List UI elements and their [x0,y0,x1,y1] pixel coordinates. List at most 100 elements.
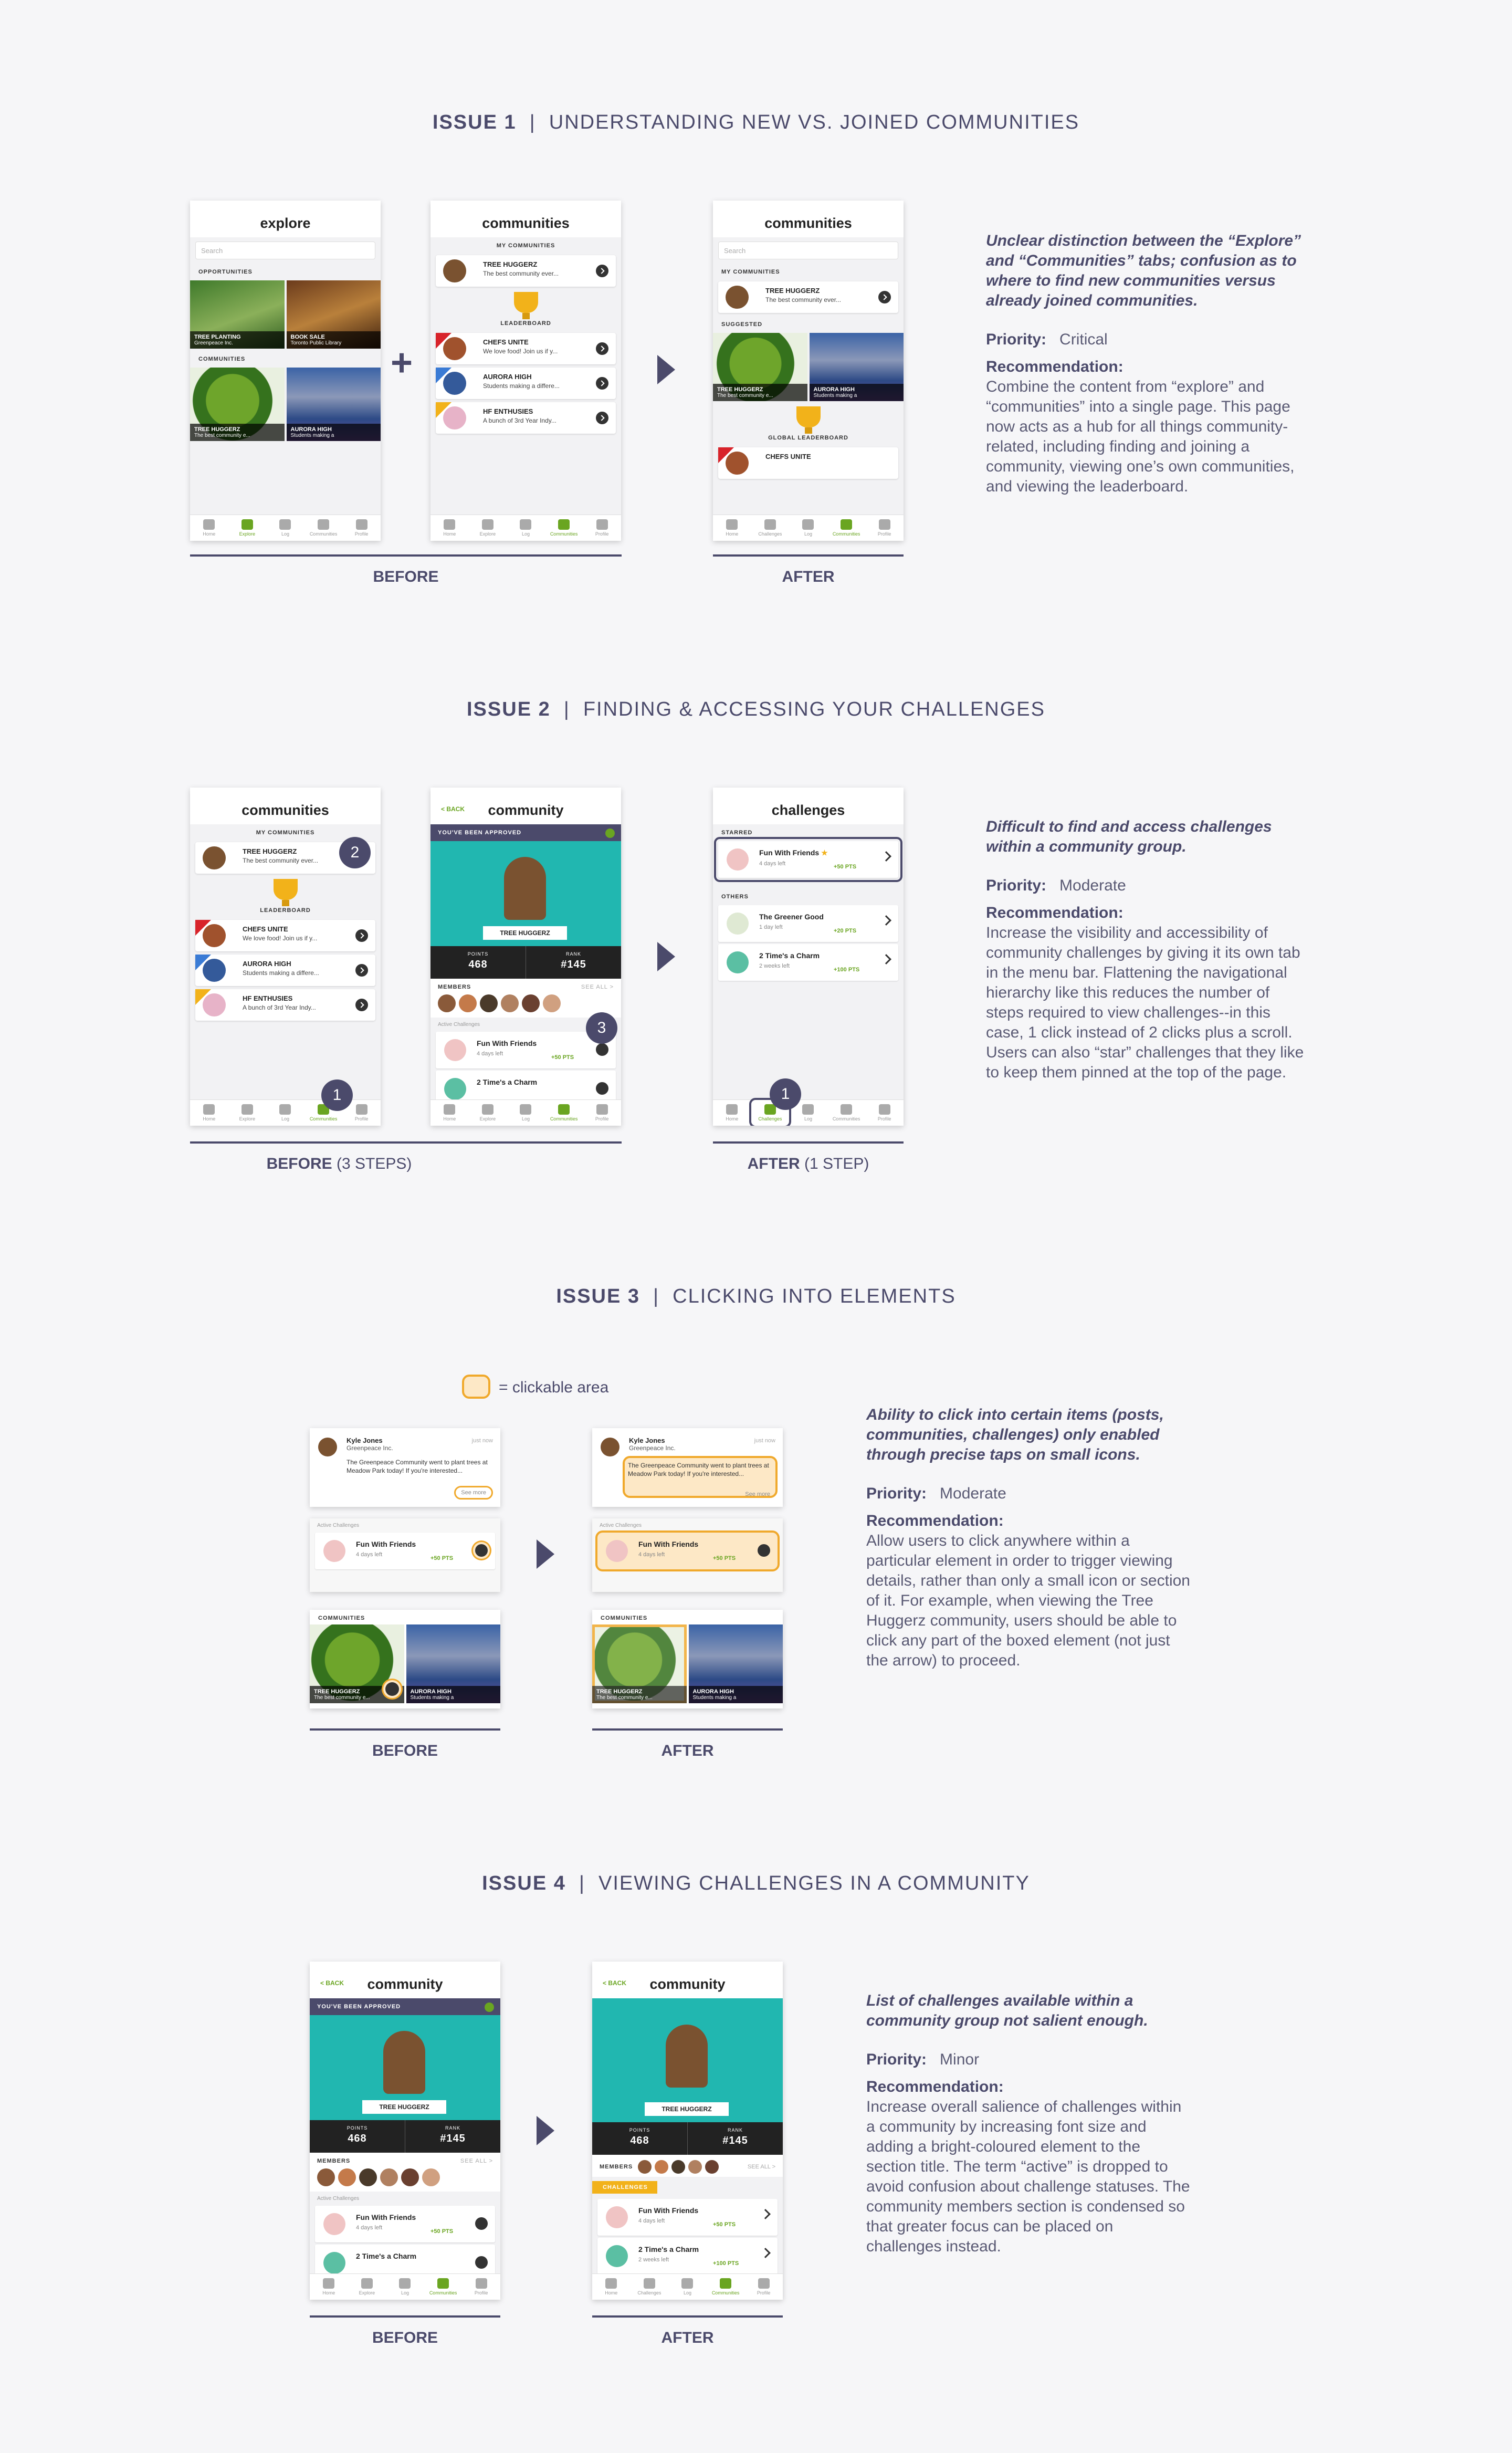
arrow-icon[interactable] [596,265,608,277]
tab-profile[interactable]: Profile [462,2274,500,2300]
back-button[interactable]: < BACK [320,1979,344,1987]
challenge-row[interactable]: 2 Time's a Charm 2 weeks left +100 PTS [597,2238,778,2274]
step-2-badge: 2 [339,837,371,868]
tab-challenges[interactable]: Challenges [631,2274,669,2300]
challenge-row[interactable]: Fun With Friends 4 days left +50 PTS [597,2199,778,2236]
tab-communities[interactable]: Communities [424,2274,463,2300]
step-3-badge: 3 [586,1012,617,1044]
tab-explore[interactable]: Explore [348,2274,386,2300]
arrow-icon[interactable] [878,291,891,303]
search-input[interactable]: Search [195,242,375,259]
stats-bar: POINTS 468 RANK #145 [430,946,621,979]
tab-log[interactable]: Log [507,1100,545,1126]
stats-bar: POINTS 468 RANK #145 [310,2120,500,2153]
tab-home[interactable]: Home [430,1100,469,1126]
arrow-icon[interactable] [758,1544,770,1557]
tab-explore[interactable]: Explore [228,1100,267,1126]
community-tile[interactable]: TREE HUGGERZ The best community e... [190,368,285,441]
challenge-row-clickable[interactable]: Fun With Friends 4 days left +50 PTS [595,1530,780,1571]
arrow-icon[interactable] [355,929,368,942]
tab-log[interactable]: Log [507,515,545,541]
leaderboard-card[interactable]: HF ENTHUSIES A bunch of 3rd Year Indy... [195,989,375,1021]
clickable-area-swatch [462,1375,490,1399]
tab-challenges[interactable]: Challenges [751,515,790,541]
tab-home[interactable]: Home [713,1100,751,1126]
tab-bar: Home Explore Log Communities Profile [190,1099,381,1126]
back-button[interactable]: < BACK [441,805,465,813]
tab-home[interactable]: Home [310,2274,348,2300]
tab-profile[interactable]: Profile [583,515,621,541]
tab-explore[interactable]: Explore [469,515,507,541]
arrow-icon[interactable] [475,2256,488,2269]
community-tile[interactable]: AURORA HIGH Students making a [286,368,381,441]
arrow-icon[interactable] [596,1082,608,1095]
tab-communities[interactable]: Communities [545,515,583,541]
tab-profile[interactable]: Profile [744,2274,783,2300]
section-opportunities: OPPORTUNITIES [198,269,253,275]
tab-profile[interactable]: Profile [583,1100,621,1126]
starred-challenge-row[interactable]: Fun With Friends ★ 4 days left +50 PTS [714,837,902,882]
challenge-row[interactable]: The Greener Good 1 day left +20 PTS [718,905,898,942]
tab-log[interactable]: Log [266,1100,304,1126]
challenge-row[interactable]: 2 Time's a Charm 2 weeks left +100 PTS [718,944,898,981]
community-tile-clickable[interactable]: TREE HUGGERZ The best community e... [592,1624,687,1703]
leaderboard-card[interactable]: CHEFS UNITE [718,447,898,479]
tab-profile[interactable]: Profile [865,1100,904,1126]
arrow-icon[interactable] [596,1043,608,1056]
recommendation-text: Combine the content from “explore” and “… [986,378,1295,495]
tab-log[interactable]: Log [789,515,827,541]
see-all-link[interactable]: SEE ALL > [748,2164,775,2170]
arrow-icon[interactable] [596,342,608,355]
leaderboard-card[interactable]: HF ENTHUSIES A bunch of 3rd Year Indy... [436,402,616,434]
opportunity-tile[interactable]: TREE PLANTING Greenpeace Inc. [190,280,285,349]
tab-log[interactable]: Log [386,2274,424,2300]
challenge-row[interactable]: Fun With Friends 4 days left +50 PTS [315,2206,495,2242]
tab-log[interactable]: Log [668,2274,707,2300]
arrow-icon[interactable] [596,377,608,390]
community-tile[interactable]: TREE HUGGERZ The best community e... [713,333,807,401]
community-hero: TREE HUGGERZ [310,2015,500,2120]
tab-profile[interactable]: Profile [342,515,381,541]
arrow-icon[interactable] [355,964,368,977]
tab-bar: Home Explore Log Communities Profile [190,515,381,541]
tab-communities[interactable]: Communities [827,515,866,541]
community-tile[interactable]: AURORA HIGH Students making a [809,333,904,401]
tab-communities[interactable]: Communities [545,1100,583,1126]
see-all-link[interactable]: SEE ALL > [581,984,614,990]
tab-communities[interactable]: Communities [304,515,343,541]
tab-home[interactable]: Home [430,515,469,541]
see-more-button[interactable]: See more [454,1486,493,1500]
see-all-link[interactable]: SEE ALL > [460,2158,493,2164]
opportunity-tile[interactable]: BOOK SALE Toronto Public Library [286,280,381,349]
leaderboard-card[interactable]: AURORA HIGH Students making a differe... [195,955,375,986]
tab-explore[interactable]: Explore [228,515,267,541]
tab-communities[interactable]: Communities [707,2274,745,2300]
recommendation-text: Increase overall salience of challenges … [866,2098,1190,2255]
tab-explore[interactable]: Explore [469,1100,507,1126]
issue-3-title: ISSUE 3 | CLICKING INTO ELEMENTS [556,1285,956,1307]
arrow-icon[interactable] [355,999,368,1011]
tab-home[interactable]: Home [713,515,751,541]
arrow-icon[interactable] [385,1682,399,1696]
tab-profile[interactable]: Profile [865,515,904,541]
community-card[interactable]: TREE HUGGERZ The best community ever... [436,255,616,287]
tab-home[interactable]: Home [190,1100,228,1126]
step-1-badge: 1 [321,1079,353,1111]
arrow-icon[interactable] [596,412,608,424]
tab-bar: Home Explore Log Communities Profile [310,2273,500,2300]
arrow-icon[interactable] [475,1544,488,1557]
arrow-icon[interactable] [475,2217,488,2230]
community-card[interactable]: TREE HUGGERZ The best community ever... [718,281,898,313]
issue-description: List of challenges available within a co… [866,1992,1148,2029]
tab-home[interactable]: Home [190,515,228,541]
leaderboard-card[interactable]: CHEFS UNITE We love food! Join us if y... [436,333,616,364]
search-input[interactable]: Search [718,242,898,259]
back-button[interactable]: < BACK [603,1979,626,1987]
star-icon[interactable]: ★ [821,848,828,857]
tab-home[interactable]: Home [592,2274,631,2300]
leaderboard-card[interactable]: AURORA HIGH Students making a differe... [436,368,616,399]
tab-communities[interactable]: Communities [827,1100,866,1126]
community-tile[interactable]: AURORA HIGH Students making a [688,1624,783,1703]
tab-log[interactable]: Log [266,515,304,541]
leaderboard-card[interactable]: CHEFS UNITE We love food! Join us if y... [195,920,375,951]
